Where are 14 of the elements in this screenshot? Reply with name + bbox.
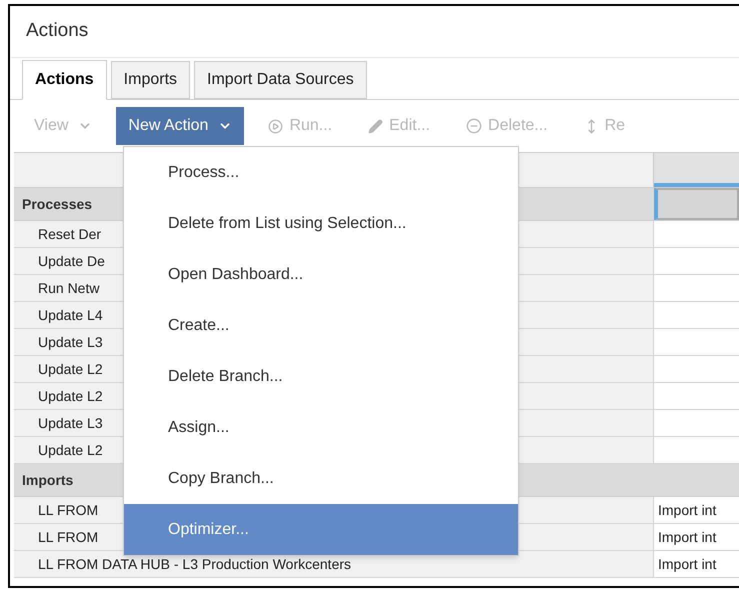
table-cell-text: Import int bbox=[657, 500, 718, 520]
panel-title: Actions bbox=[10, 6, 739, 58]
dropdown-button[interactable]: New Action bbox=[116, 107, 244, 145]
tab[interactable]: Imports bbox=[110, 61, 190, 99]
pencil-icon bbox=[368, 118, 384, 134]
column-header[interactable] bbox=[654, 153, 739, 187]
tab[interactable]: Import Data Sources bbox=[194, 61, 367, 99]
minus-circle-icon bbox=[466, 118, 482, 134]
table-cell-text: Import int bbox=[657, 528, 718, 547]
tab[interactable]: Actions bbox=[22, 60, 107, 100]
table-cell-text: Import int bbox=[657, 554, 718, 574]
play-icon bbox=[268, 118, 284, 134]
menu-item[interactable]: Optimizer... bbox=[124, 504, 518, 555]
menu-item[interactable]: Process... bbox=[124, 147, 518, 198]
